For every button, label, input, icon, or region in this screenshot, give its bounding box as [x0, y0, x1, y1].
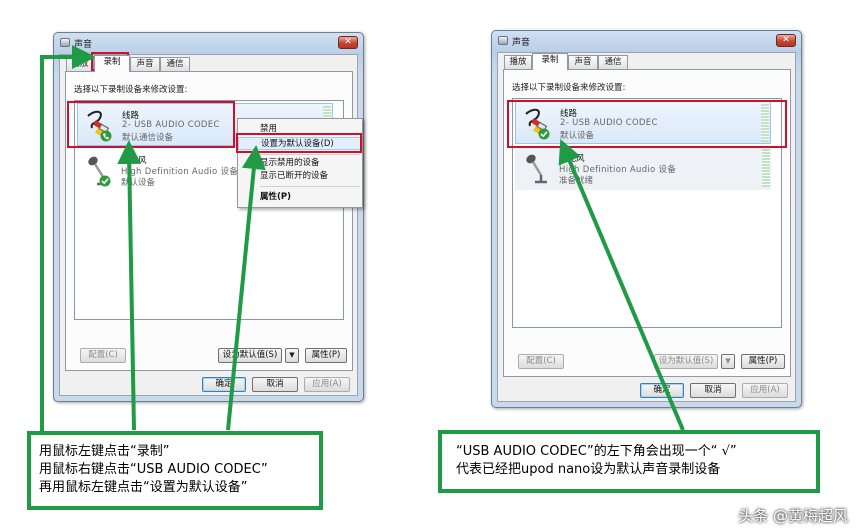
close-button[interactable]: ✕ [338, 36, 358, 49]
highlight-line-device [67, 101, 235, 148]
cancel-button[interactable]: 取消 [690, 383, 736, 398]
tab-playback[interactable]: 播放 [504, 55, 532, 70]
speaker-icon [498, 36, 508, 45]
instruction-note-right: “USB AUDIO CODEC”的左下角会出现一个“ √” 代表已经把upod… [438, 430, 820, 493]
set-default-button[interactable]: 设为默认值(S) [218, 348, 282, 363]
tab-sounds[interactable]: 声音 [130, 57, 160, 72]
note-line: 用鼠标左键点击“录制” [39, 444, 170, 459]
highlight-set-default-item [236, 133, 362, 153]
ok-button[interactable]: 确定 [640, 383, 684, 398]
menu-item-properties[interactable]: 属性(P) [238, 191, 362, 204]
check-badge-icon [99, 175, 111, 187]
ok-button[interactable]: 确定 [202, 377, 246, 392]
microphone-icon [526, 154, 547, 184]
menu-separator [260, 154, 360, 155]
instruction-text: 选择以下录制设备来修改设置: [512, 83, 626, 93]
title-bar[interactable]: 声音 ✕ [54, 33, 363, 53]
instruction-note-left: 用鼠标左键点击“录制” 用鼠标右键点击“USB AUDIO CODEC” 再用鼠… [27, 431, 323, 510]
properties-button[interactable]: 属性(P) [741, 354, 785, 369]
note-line: “USB AUDIO CODEC”的左下角会出现一个“ √” [456, 444, 737, 459]
tab-communications[interactable]: 通信 [598, 55, 628, 70]
set-default-dropdown[interactable]: ▼ [285, 348, 299, 363]
configure-button[interactable]: 配置(C) [80, 348, 126, 363]
device-status: 默认设备 [121, 178, 156, 188]
menu-separator [260, 186, 360, 187]
watermark: 头条 @黄梅超风 [738, 507, 848, 525]
menu-item-show-disabled[interactable]: 显示禁用的设备 [238, 157, 362, 170]
apply-button[interactable]: 应用(A) [742, 383, 788, 398]
window-title: 声音 [74, 40, 93, 50]
tab-playback[interactable]: 播放 [66, 57, 94, 72]
level-meter [762, 149, 770, 187]
device-microphone[interactable]: 麦克风 High Definition Audio 设备 准备就绪 [515, 147, 771, 190]
tab-recording[interactable]: 录制 [532, 53, 568, 70]
set-default-button[interactable]: 设为默认值(S) [654, 354, 718, 369]
note-line: 再用鼠标左键点击“设置为默认设备” [39, 480, 248, 495]
device-status: 准备就绪 [559, 176, 594, 186]
sound-dialog-right: 声音 ✕ 播放 录制 声音 通信 选择以下录制设备来修改设置: 线路 2- US… [491, 30, 802, 408]
tab-sounds[interactable]: 声音 [568, 55, 598, 70]
note-line: 代表已经把upod nano设为默认声音录制设备 [456, 462, 721, 477]
tab-communications[interactable]: 通信 [160, 57, 190, 72]
note-line: 用鼠标右键点击“USB AUDIO CODEC” [39, 462, 268, 477]
close-button[interactable]: ✕ [776, 34, 796, 47]
sound-dialog-left: 声音 ✕ 播放 录制 声音 通信 选择以下录制设备来修改设置: 线路 2- US… [53, 32, 364, 402]
menu-item-show-disconnected[interactable]: 显示已断开的设备 [238, 170, 362, 183]
cancel-button[interactable]: 取消 [252, 377, 298, 392]
context-menu: 禁用 设置为默认设备(D) 显示禁用的设备 显示已断开的设备 属性(P) [237, 118, 363, 208]
title-bar[interactable]: 声音 ✕ [492, 31, 801, 51]
apply-button[interactable]: 应用(A) [304, 377, 350, 392]
speaker-icon [60, 38, 70, 47]
configure-button[interactable]: 配置(C) [518, 354, 564, 369]
tab-recording[interactable]: 录制 [94, 55, 130, 72]
highlight-line-device [507, 100, 787, 148]
instruction-text: 选择以下录制设备来修改设置: [74, 85, 188, 95]
properties-button[interactable]: 属性(P) [305, 348, 347, 363]
window-title: 声音 [512, 38, 531, 48]
set-default-dropdown[interactable]: ▼ [721, 354, 735, 369]
